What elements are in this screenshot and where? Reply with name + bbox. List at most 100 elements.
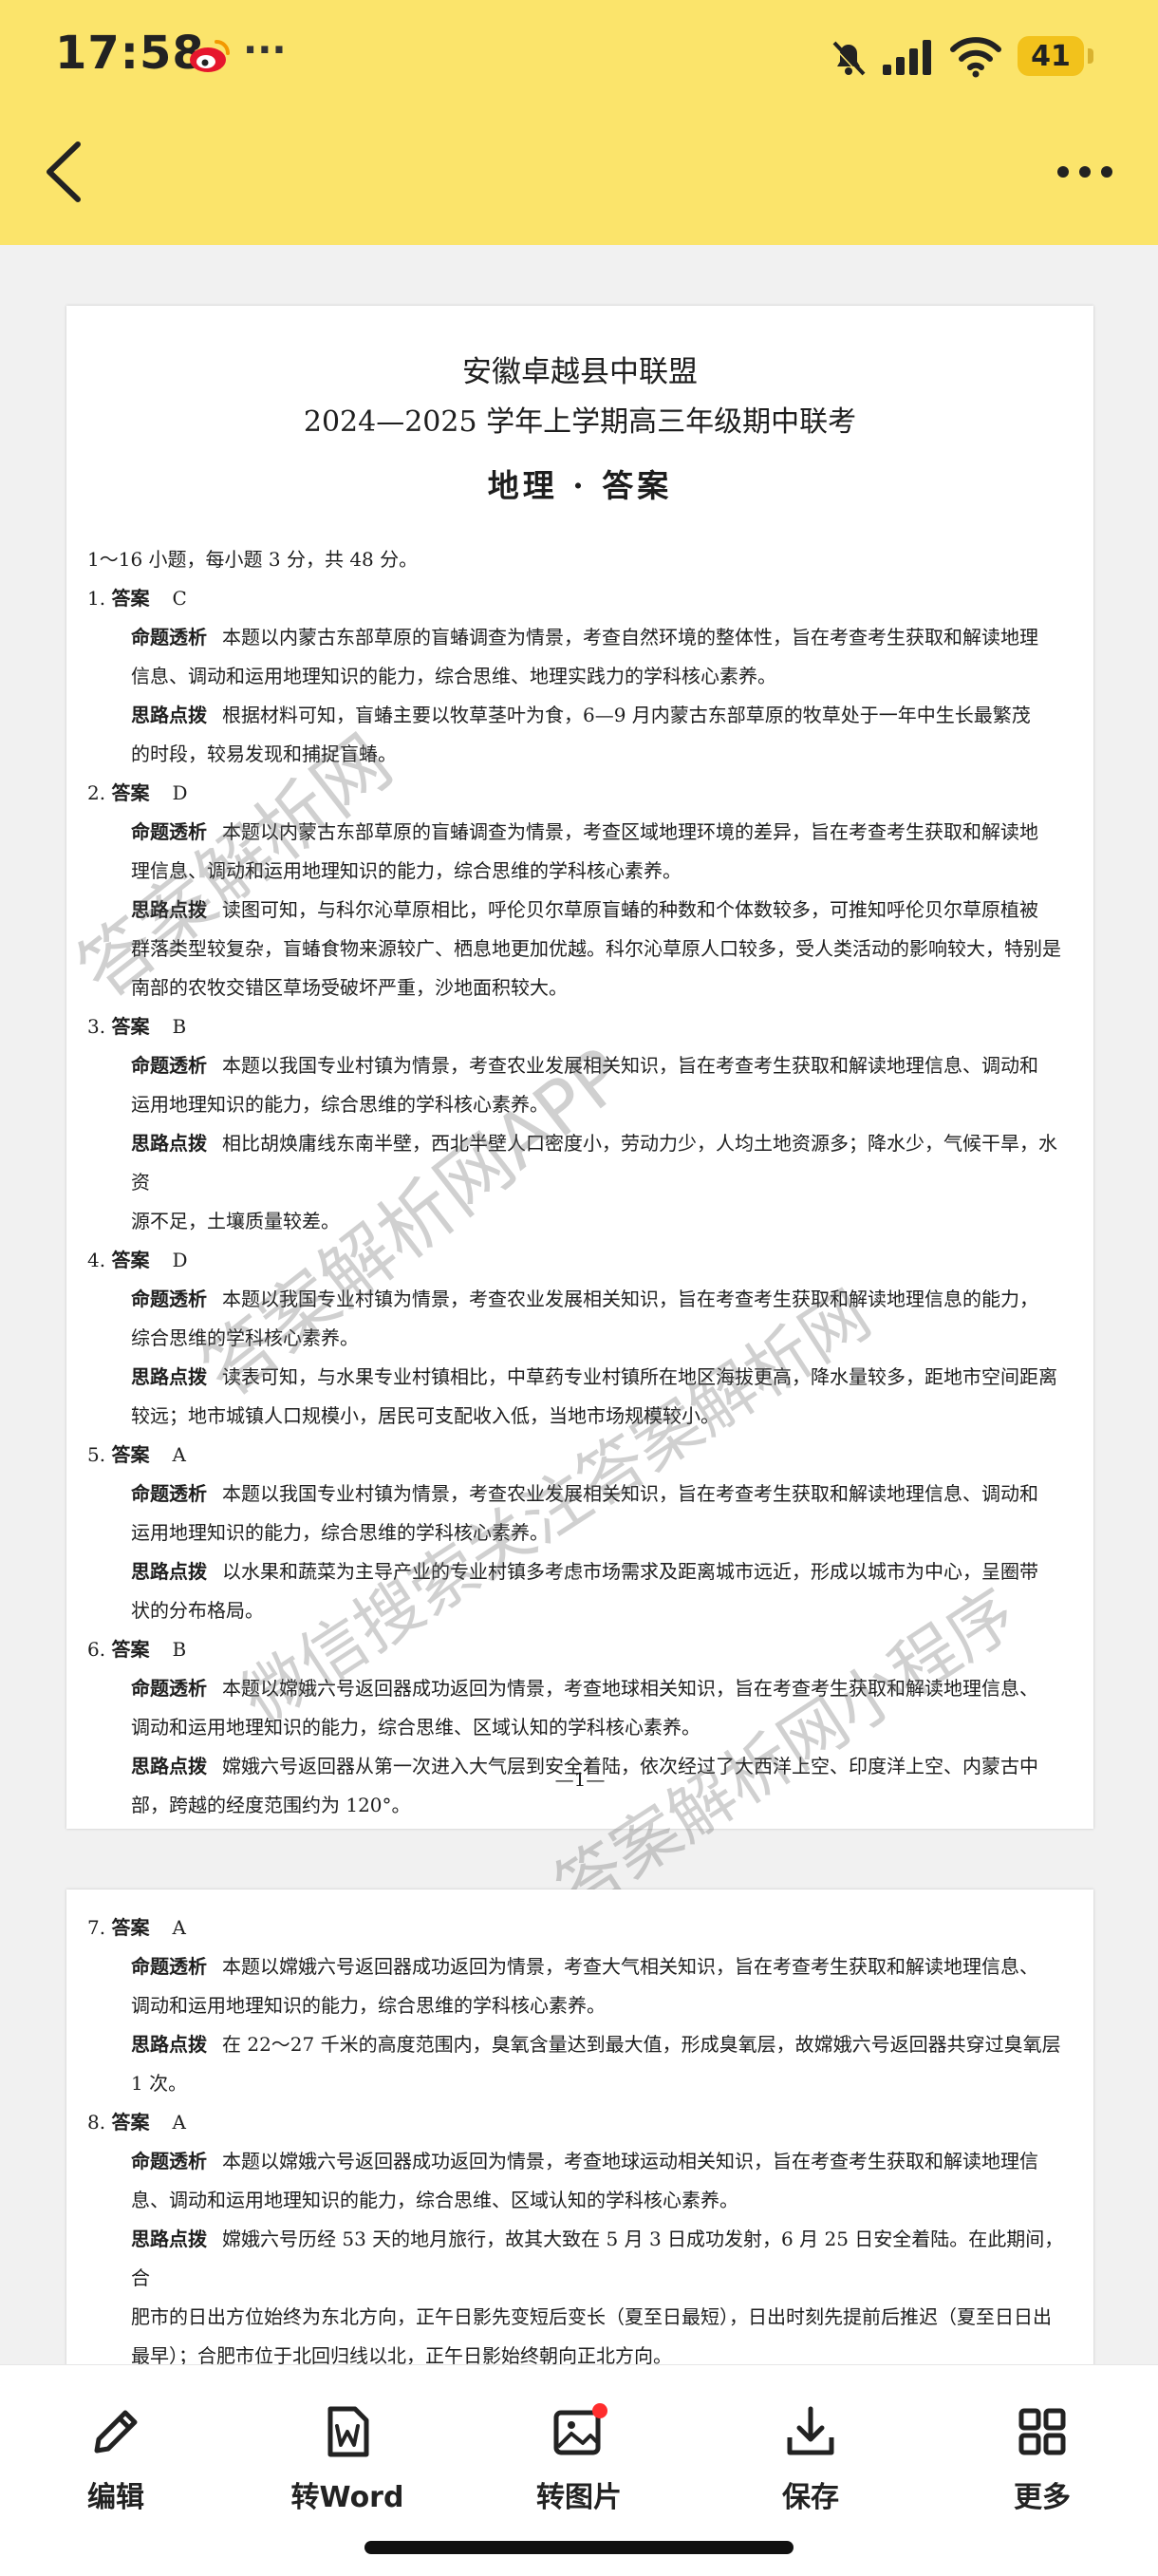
- doc-title-alliance: 安徽卓越县中联盟: [462, 355, 698, 389]
- answer-label: 答案: [111, 1443, 150, 1466]
- text-line: 以水果和蔬菜为主导产业的专业村镇多考虑市场需求及距离城市远近，形成以城市为中心，…: [222, 1560, 1038, 1583]
- text-line: 运用地理知识的能力，综合思维的学科核心素养。: [131, 1521, 549, 1544]
- hint-label: 思路点拨: [131, 2033, 207, 2056]
- document-page-1: 安徽卓越县中联盟 2024—2025 学年上学期高三年级期中联考 地理 · 答案…: [64, 306, 1093, 1928]
- weibo-icon: [190, 40, 230, 72]
- save-button[interactable]: 保存: [735, 2403, 887, 2515]
- more-button[interactable]: 更多: [966, 2403, 1118, 2515]
- text-line: 调动和运用地理知识的能力，综合思维、区域认知的学科核心素养。: [131, 1716, 700, 1739]
- pencil-icon: [94, 2410, 138, 2454]
- analysis-item: 命题透析 本题以我国专业村镇为情景，考查农业发展相关知识，旨在考查考生获取和解读地…: [87, 1280, 1071, 1358]
- hint-label: 思路点拨: [131, 1132, 207, 1155]
- text-line: 部，跨越的经度范围约为 120°。: [131, 1794, 411, 1816]
- hint-item: 思路点拨 读图可知，与科尔沁草原相比，呼伦贝尔草原盲蝽的种数和个体数较多，可推知呼…: [87, 891, 1071, 1007]
- analysis-label: 命题透析: [131, 820, 207, 843]
- text-line: 群落类型较复杂，盲蝽食物来源较广、栖息地更加优越。科尔沁草原人口较多，受人类活动…: [131, 937, 1061, 960]
- analysis-label: 命题透析: [131, 1482, 207, 1505]
- text-line: 本题以我国专业村镇为情景，考查农业发展相关知识，旨在考查考生获取和解读地理信息的…: [222, 1288, 1038, 1310]
- text-line: 肥市的日出方位始终为东北方向，正午日影先变短后变长（夏至日最短），日出时刻先提前…: [131, 2305, 1052, 2328]
- text-line: 综合思维的学科核心素养。: [131, 1326, 359, 1349]
- analysis-item: 命题透析 本题以我国专业村镇为情景，考查农业发展相关知识，旨在考查考生获取和解读地…: [87, 1046, 1071, 1124]
- word-label: 转Word: [290, 2481, 404, 2514]
- answer-value: A: [172, 1916, 186, 1939]
- analysis-item: 命题透析 本题以嫦娥六号返回器成功返回为情景，考查大气相关知识，旨在考查考生获取和…: [87, 1947, 1071, 2025]
- answer-label: 答案: [111, 1916, 150, 1939]
- text-line: 源不足，土壤质量较差。: [131, 1210, 340, 1232]
- hint-label: 思路点拨: [131, 1365, 207, 1388]
- more-options-button[interactable]: [1055, 156, 1114, 188]
- convert-image-button[interactable]: 转图片: [503, 2403, 655, 2515]
- cellular-signal-icon: [883, 40, 931, 75]
- answer-row: 7. 答案 A: [87, 1908, 1071, 1947]
- hint-label: 思路点拨: [131, 1560, 207, 1583]
- analysis-item: 命题透析 本题以嫦娥六号返回器成功返回为情景，考查地球相关知识，旨在考查考生获取和…: [87, 1669, 1071, 1747]
- battery-level: 41: [1018, 36, 1084, 76]
- hint-item: 思路点拨 嫦娥六号历经 53 天的地月旅行，故其大致在 5 月 3 日成功发射，6…: [87, 2220, 1071, 2376]
- question-number: 8.: [87, 2111, 106, 2134]
- hint-item: 思路点拨 根据材料可知，盲蝽主要以牧草茎叶为食，6—9 月内蒙古东部草原的牧草处于…: [87, 696, 1071, 774]
- hint-label: 思路点拨: [131, 704, 207, 726]
- hint-label: 思路点拨: [131, 2228, 207, 2250]
- analysis-item: 命题透析 本题以内蒙古东部草原的盲蝽调查为情景，考查自然环境的整体性，旨在考查考生…: [87, 618, 1071, 696]
- page-number: —1—: [554, 1768, 606, 1791]
- text-line: 调动和运用地理知识的能力，综合思维的学科核心素养。: [131, 1994, 606, 2017]
- text-line: 本题以内蒙古东部草原的盲蝽调查为情景，考查区域地理环境的差异，旨在考查考生获取和…: [222, 820, 1038, 843]
- text-line: 信息、调动和运用地理知识的能力，综合思维、地理实践力的学科核心素养。: [131, 665, 776, 687]
- question-number: 4.: [87, 1249, 106, 1271]
- analysis-label: 命题透析: [131, 2150, 207, 2172]
- status-time: 17:58: [55, 27, 205, 80]
- answer-body: 7. 答案 A 命题透析 本题以嫦娥六号返回器成功返回为情景，考查大气相关知识，旨在…: [66, 1890, 1093, 2415]
- analysis-label: 命题透析: [131, 1054, 207, 1077]
- answer-label: 答案: [111, 1249, 150, 1271]
- analysis-item: 命题透析 本题以我国专业村镇为情景，考查农业发展相关知识，旨在考查考生获取和解读地…: [87, 1475, 1071, 1552]
- text-line: 息、调动和运用地理知识的能力，综合思维、区域认知的学科核心素养。: [131, 2189, 738, 2211]
- image-label: 转图片: [536, 2481, 622, 2514]
- answer-row: 1. 答案 C: [87, 579, 1071, 618]
- text-line: 嫦娥六号历经 53 天的地月旅行，故其大致在 5 月 3 日成功发射，6 月 2…: [131, 2228, 1064, 2289]
- question-number: 2.: [87, 781, 106, 804]
- answer-value: B: [172, 1015, 187, 1038]
- notification-dot: [592, 2403, 607, 2418]
- text-line: 1 次。: [131, 2072, 188, 2095]
- edit-button[interactable]: 编辑: [40, 2403, 192, 2515]
- text-line: 本题以内蒙古东部草原的盲蝽调查为情景，考查自然环境的整体性，旨在考查考生获取和解…: [222, 626, 1038, 649]
- hint-item: 思路点拨 相比胡焕庸线东南半壁，西北半壁人口密度小，劳动力少，人均土地资源多；降水…: [87, 1124, 1071, 1241]
- question-number: 3.: [87, 1015, 106, 1038]
- mute-bell-icon: [831, 41, 866, 77]
- answer-row: 8. 答案 A: [87, 2103, 1071, 2142]
- analysis-label: 命题透析: [131, 626, 207, 649]
- question-number: 1.: [87, 587, 106, 610]
- home-indicator[interactable]: [364, 2541, 794, 2554]
- answer-label: 答案: [111, 1638, 150, 1661]
- text-line: 读表可知，与水果专业村镇相比，中草药专业村镇所在地区海拔更高，降水量较多，距地市…: [222, 1365, 1057, 1388]
- doc-title-subject: 地理 · 答案: [487, 467, 673, 504]
- save-label: 保存: [782, 2481, 839, 2514]
- convert-word-button[interactable]: 转Word: [271, 2403, 423, 2515]
- answer-row: 2. 答案 D: [87, 774, 1071, 813]
- status-more-dots: ···: [243, 28, 287, 72]
- analysis-label: 命题透析: [131, 1955, 207, 1978]
- answer-value: B: [172, 1638, 187, 1661]
- answer-row: 3. 答案 B: [87, 1007, 1071, 1046]
- hint-item: 思路点拨 读表可知，与水果专业村镇相比，中草药专业村镇所在地区海拔更高，降水量较多…: [87, 1358, 1071, 1436]
- doc-title-exam: 2024—2025 学年上学期高三年级期中联考: [303, 405, 857, 439]
- text-line: 本题以嫦娥六号返回器成功返回为情景，考查地球相关知识，旨在考查考生获取和解读地理…: [222, 1677, 1038, 1700]
- analysis-label: 命题透析: [131, 1677, 207, 1700]
- download-icon: [787, 2406, 834, 2455]
- text-line: 本题以我国专业村镇为情景，考查农业发展相关知识，旨在考查考生获取和解读地理信息、…: [222, 1482, 1038, 1505]
- analysis-label: 命题透析: [131, 1288, 207, 1310]
- analysis-item: 命题透析 本题以嫦娥六号返回器成功返回为情景，考查地球运动相关知识，旨在考查考生获…: [87, 2142, 1071, 2220]
- answer-label: 答案: [111, 587, 150, 610]
- text-line: 在 22～27 千米的高度范围内，臭氧含量达到最大值，形成臭氧层，故嫦娥六号返回…: [222, 2033, 1061, 2056]
- more-label: 更多: [1014, 2481, 1071, 2514]
- text-line: 本题以嫦娥六号返回器成功返回为情景，考查大气相关知识，旨在考查考生获取和解读地理…: [222, 1955, 1038, 1978]
- answer-value: D: [172, 781, 188, 804]
- text-line: 运用地理知识的能力，综合思维的学科核心素养。: [131, 1093, 549, 1116]
- top-bar: 17:58 ··· 41: [0, 0, 1158, 245]
- text-line: 状的分布格局。: [131, 1599, 264, 1622]
- hint-item: 思路点拨 以水果和蔬菜为主导产业的专业村镇多考虑市场需求及距离城市远近，形成以城市…: [87, 1552, 1071, 1630]
- text-line: 的时段，较易发现和捕捉盲蝽。: [131, 743, 397, 765]
- document-page-2: 7. 答案 A 命题透析 本题以嫦娥六号返回器成功返回为情景，考查大气相关知识，旨在…: [66, 1890, 1093, 2421]
- answer-row: 6. 答案 B: [87, 1630, 1071, 1669]
- back-button[interactable]: [36, 135, 91, 209]
